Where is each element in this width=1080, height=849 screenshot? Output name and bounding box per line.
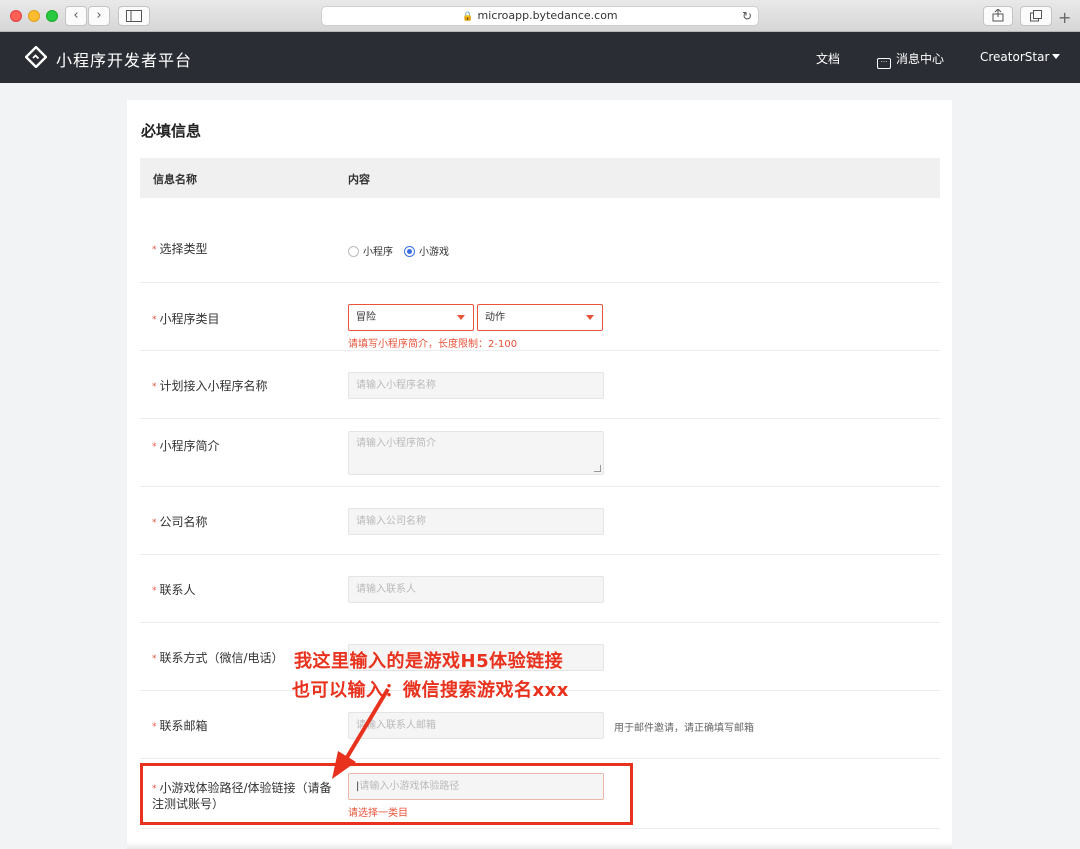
label-app-name: * 计划接入小程序名称 <box>152 379 268 393</box>
label-company: * 公司名称 <box>152 515 208 529</box>
company-input[interactable]: 请输入公司名称 <box>348 508 604 535</box>
tabs-button[interactable] <box>1020 6 1052 26</box>
label-contact: * 联系人 <box>152 583 196 597</box>
header-content: 内容 <box>348 173 370 186</box>
forward-button[interactable]: › <box>88 6 110 26</box>
radio-miniprogram[interactable]: 小程序 <box>348 243 393 258</box>
header-name: 信息名称 <box>153 173 197 186</box>
card-bottom-edge <box>127 842 952 849</box>
row-type: * 选择类型 小程序 小游戏 <box>140 198 940 283</box>
share-icon <box>992 8 1004 22</box>
category-secondary-select[interactable]: 动作 <box>477 304 603 331</box>
address-bar[interactable]: 🔒 microapp.bytedance.com ↻ <box>321 6 759 26</box>
back-button[interactable]: ‹ <box>65 6 87 26</box>
label-contact-method: * 联系方式（微信/电话） <box>152 651 284 665</box>
category-primary-select[interactable]: 冒险 <box>348 304 474 331</box>
top-nav: 小程序开发者平台 文档 ··· 消息中心 CreatorStar <box>0 32 1080 83</box>
nav-docs-link[interactable]: 文档 <box>816 50 840 67</box>
tabs-icon <box>1030 10 1042 22</box>
label-email: * 联系邮箱 <box>152 719 208 733</box>
user-name: CreatorStar <box>980 50 1050 64</box>
brand-title: 小程序开发者平台 <box>56 51 193 70</box>
sidebar-button[interactable] <box>118 6 150 26</box>
radio-on-icon <box>404 245 415 257</box>
dropdown-arrow-icon <box>586 315 594 320</box>
nav-messages-link[interactable]: ··· 消息中心 <box>877 50 945 69</box>
message-icon: ··· <box>877 58 891 69</box>
row-contact: * 联系人 请输入联系人 <box>140 555 940 623</box>
annotation-highlight-box <box>140 763 633 825</box>
label-intro: * 小程序简介 <box>152 439 220 453</box>
platform-logo-icon <box>25 46 47 68</box>
reload-icon[interactable]: ↻ <box>742 7 752 25</box>
type-radio-group: 小程序 小游戏 <box>348 243 488 258</box>
row-intro: * 小程序简介 请输入小程序简介 <box>140 419 940 487</box>
label-type: * 选择类型 <box>152 242 208 256</box>
app-name-input[interactable]: 请输入小程序名称 <box>348 372 604 399</box>
chevron-right-icon: › <box>96 8 102 23</box>
resize-handle-icon[interactable] <box>594 465 601 472</box>
caret-down-icon <box>1052 54 1061 59</box>
chevron-left-icon: ‹ <box>73 8 79 23</box>
category-error: 请填写小程序简介，长度限制：2-100 <box>348 339 518 350</box>
row-app-name: * 计划接入小程序名称 请输入小程序名称 <box>140 351 940 419</box>
annotation-line-1: 我这里输入的是游戏H5体验链接 <box>294 651 564 672</box>
nav-messages-label: 消息中心 <box>896 52 945 66</box>
radio-off-icon <box>348 245 359 257</box>
form-card: 必填信息 信息名称 内容 * 选择类型 小程序 小游戏 * 小程序类目 冒险 动作 … <box>127 100 952 849</box>
row-company: * 公司名称 请输入公司名称 <box>140 487 940 555</box>
lock-icon: 🔒 <box>462 12 474 22</box>
user-menu[interactable]: CreatorStar <box>980 50 1061 64</box>
zoom-window-button[interactable] <box>46 10 58 22</box>
browser-toolbar: ‹ › 🔒 microapp.bytedance.com ↻ + <box>0 0 1080 32</box>
label-category: * 小程序类目 <box>152 312 220 326</box>
dropdown-arrow-icon <box>457 315 465 320</box>
share-button[interactable] <box>983 6 1013 26</box>
intro-textarea[interactable]: 请输入小程序简介 <box>348 431 604 475</box>
table-header: 信息名称 内容 <box>140 158 940 198</box>
sidebar-icon <box>126 10 142 22</box>
row-category: * 小程序类目 冒险 动作 请填写小程序简介，长度限制：2-100 <box>140 283 940 351</box>
minimize-window-button[interactable] <box>28 10 40 22</box>
radio-minigame[interactable]: 小游戏 <box>404 243 449 258</box>
url-text: microapp.bytedance.com <box>477 9 618 22</box>
new-tab-icon[interactable]: + <box>1058 8 1071 27</box>
close-window-button[interactable] <box>10 10 22 22</box>
contact-input[interactable]: 请输入联系人 <box>348 576 604 603</box>
email-hint: 用于邮件邀请，请正确填写邮箱 <box>614 723 754 734</box>
section-title: 必填信息 <box>141 122 202 140</box>
